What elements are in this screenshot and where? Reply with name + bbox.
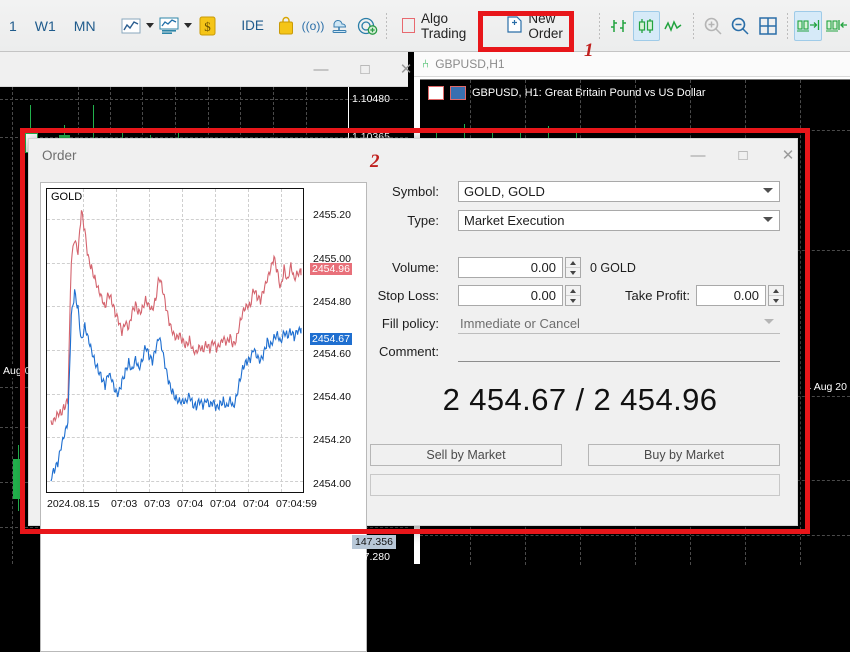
maximize-icon[interactable]: □ bbox=[344, 52, 386, 86]
bar-chart-icon[interactable] bbox=[606, 11, 633, 41]
chart-shift-icon[interactable] bbox=[822, 11, 850, 41]
zoom-out-icon[interactable] bbox=[727, 11, 754, 41]
minimize-icon[interactable]: — bbox=[300, 52, 342, 86]
ide-button[interactable]: IDE bbox=[233, 18, 272, 33]
timeframe-w1[interactable]: W1 bbox=[26, 13, 65, 39]
chevron-down-icon[interactable] bbox=[145, 12, 156, 40]
chart-title: GBPUSD, H1: Great Britain Pound vs US Do… bbox=[472, 87, 706, 99]
grid-line bbox=[420, 535, 850, 536]
vps-cloud-icon[interactable] bbox=[326, 11, 353, 41]
indicators-icon[interactable] bbox=[155, 11, 182, 41]
chart-tab-label: GBPUSD,H1 bbox=[435, 57, 505, 71]
line-chart-mode-icon[interactable] bbox=[660, 11, 687, 41]
toolbar-separator bbox=[598, 12, 600, 39]
price-tick: 147.280 bbox=[352, 551, 390, 563]
tile-windows-icon[interactable] bbox=[754, 11, 781, 41]
main-toolbar[interactable]: 1 W1 MN $ IDE ((o)) Algo Trading New Ord… bbox=[0, 0, 850, 52]
toolbar-separator bbox=[692, 12, 694, 39]
svg-text:$: $ bbox=[204, 19, 211, 34]
chevron-down-icon[interactable] bbox=[183, 12, 194, 40]
signals-icon[interactable]: ((o)) bbox=[299, 11, 326, 41]
callout-1: 1 bbox=[584, 40, 594, 61]
highlight-box-order-dialog bbox=[20, 128, 810, 534]
chart-tab-gbpusd[interactable]: ⑃ GBPUSD,H1 bbox=[414, 52, 850, 77]
price-tick: 1.10480 bbox=[352, 93, 390, 105]
left-window-titlebar[interactable]: — □ ✕ bbox=[0, 52, 412, 87]
timeframe-mn[interactable]: MN bbox=[65, 13, 105, 39]
line-chart-icon[interactable] bbox=[117, 11, 144, 41]
toolbar-separator bbox=[110, 12, 112, 39]
copy-trading-icon[interactable] bbox=[353, 11, 380, 41]
toolbar-separator bbox=[787, 12, 788, 39]
algo-trading-label: Algo Trading bbox=[420, 10, 467, 41]
zoom-in-icon[interactable] bbox=[700, 11, 727, 41]
candlestick-chart-icon[interactable] bbox=[632, 10, 660, 41]
highlight-box-new-order bbox=[478, 11, 574, 52]
auto-scroll-icon[interactable] bbox=[793, 10, 822, 41]
dollar-icon[interactable]: $ bbox=[193, 11, 220, 41]
market-bag-icon[interactable] bbox=[272, 11, 299, 41]
grid-line bbox=[0, 99, 408, 100]
candlestick-icon: ⑃ bbox=[422, 57, 430, 71]
toolbar-separator bbox=[386, 12, 388, 39]
data-window-icon bbox=[428, 86, 444, 100]
algo-trading-icon bbox=[402, 18, 415, 33]
callout-2: 2 bbox=[370, 151, 380, 172]
toolbar-separator bbox=[226, 12, 228, 39]
svg-text:((o)): ((o)) bbox=[301, 19, 324, 33]
bid-price-box: 147.356 bbox=[352, 535, 396, 549]
timeframe-h1[interactable]: 1 bbox=[0, 13, 26, 39]
chart-properties-icon bbox=[450, 86, 466, 100]
